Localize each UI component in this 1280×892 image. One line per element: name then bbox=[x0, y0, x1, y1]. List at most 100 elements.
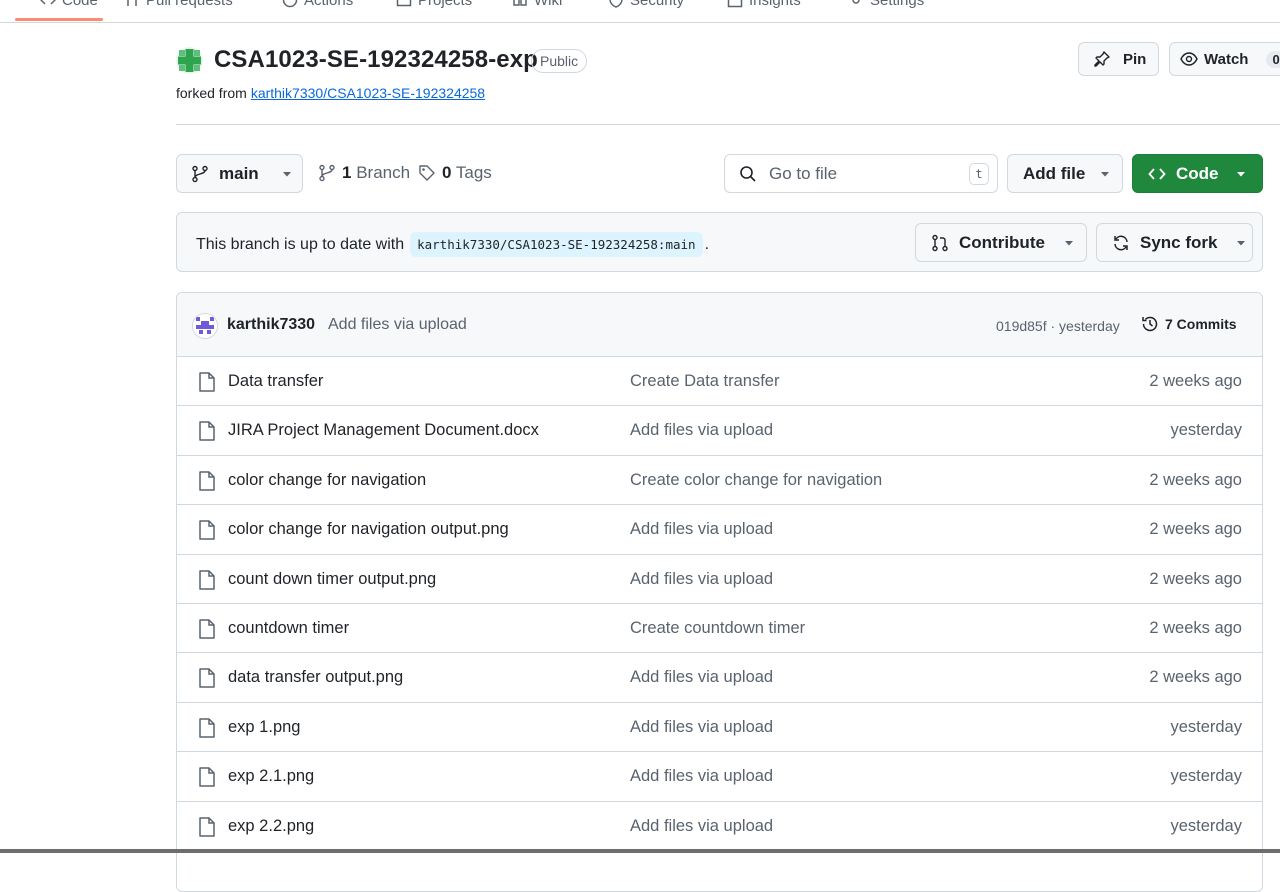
branches-link[interactable]: 1 Branch bbox=[318, 163, 410, 183]
file-commit-message[interactable]: Add files via upload bbox=[630, 718, 773, 737]
file-icon bbox=[198, 372, 216, 392]
tab-label: Insights bbox=[749, 0, 801, 9]
branch-select-button[interactable]: main bbox=[176, 154, 303, 193]
tab-settings[interactable]: Settings bbox=[848, 0, 924, 11]
tab-security[interactable]: Security bbox=[608, 0, 684, 11]
branches-count: 1 bbox=[342, 163, 352, 182]
file-commit-message[interactable]: Add files via upload bbox=[630, 817, 773, 836]
upstream-branch-ref[interactable]: karthik7330/CSA1023-SE-192324258:main bbox=[410, 232, 703, 257]
file-name[interactable]: countdown timer bbox=[228, 619, 349, 638]
tags-count: 0 bbox=[442, 163, 452, 182]
file-name[interactable]: Data transfer bbox=[228, 372, 323, 391]
book-icon bbox=[512, 0, 528, 8]
file-commit-message[interactable]: Add files via upload bbox=[630, 421, 773, 440]
file-commit-message[interactable]: Create countdown timer bbox=[630, 619, 805, 638]
table-row: Data transfer Create Data transfer 2 wee… bbox=[177, 357, 1262, 407]
pin-label: Pin bbox=[1123, 50, 1147, 68]
commit-hash-time[interactable]: 019d85f · yesterday bbox=[996, 318, 1120, 334]
code-button[interactable]: Code bbox=[1132, 154, 1263, 193]
tab-projects[interactable]: Projects bbox=[396, 0, 472, 11]
author-avatar[interactable] bbox=[192, 313, 218, 339]
file-name[interactable]: exp 2.2.png bbox=[228, 817, 314, 836]
file-commit-date: 2 weeks ago bbox=[1149, 372, 1242, 390]
file-icon bbox=[198, 520, 216, 540]
pull-request-icon bbox=[931, 234, 949, 252]
file-commit-date: yesterday bbox=[1170, 717, 1242, 736]
chevron-down-icon bbox=[1235, 168, 1247, 180]
tags-link[interactable]: 0 Tags bbox=[418, 163, 492, 183]
watch-button[interactable]: Watch 0 bbox=[1169, 42, 1280, 76]
repo-name[interactable]: CSA1023-SE-192324258-exp bbox=[214, 46, 538, 74]
tab-label: Wiki bbox=[534, 0, 563, 9]
go-to-file-field[interactable]: t bbox=[724, 154, 998, 193]
file-icon bbox=[198, 569, 216, 590]
tab-label: Code bbox=[62, 0, 98, 9]
table-row: JIRA Project Management Document.docx Ad… bbox=[177, 406, 1262, 456]
repo-avatar-icon bbox=[176, 47, 203, 74]
sync-fork-button[interactable]: Sync fork bbox=[1096, 223, 1253, 262]
go-to-file-input[interactable] bbox=[767, 162, 961, 185]
status-message: This branch is up to date with bbox=[196, 235, 405, 253]
pin-button[interactable]: Pin bbox=[1078, 42, 1159, 76]
branch-status-text: This branch is up to date with karthik73… bbox=[196, 232, 709, 257]
file-name[interactable]: color change for navigation bbox=[228, 471, 426, 490]
sync-fork-label: Sync fork bbox=[1140, 232, 1218, 252]
git-branch-icon bbox=[191, 165, 209, 183]
commit-message[interactable]: Add files via upload bbox=[328, 316, 467, 334]
file-commit-date: 2 weeks ago bbox=[1149, 618, 1242, 637]
file-icon bbox=[198, 717, 216, 738]
file-commit-message[interactable]: Add files via upload bbox=[630, 668, 773, 687]
file-commit-message[interactable]: Create color change for navigation bbox=[630, 471, 882, 490]
file-name[interactable]: count down timer output.png bbox=[228, 570, 436, 589]
file-name[interactable]: JIRA Project Management Document.docx bbox=[228, 421, 539, 440]
chevron-down-icon bbox=[1063, 237, 1075, 249]
tab-wiki[interactable]: Wiki bbox=[512, 0, 562, 11]
visibility-badge: Public bbox=[531, 49, 588, 73]
table-row: color change for navigation output.png A… bbox=[177, 505, 1262, 555]
file-name[interactable]: exp 1.png bbox=[228, 718, 300, 737]
file-commit-message[interactable]: Add files via upload bbox=[630, 570, 773, 589]
file-commit-date: 2 weeks ago bbox=[1149, 569, 1242, 588]
eye-icon bbox=[1180, 50, 1198, 68]
forked-from-link[interactable]: karthik7330/CSA1023-SE-192324258 bbox=[251, 85, 485, 101]
commit-author[interactable]: karthik7330 bbox=[227, 316, 315, 334]
header-divider bbox=[176, 124, 1280, 125]
shortcut-key: t bbox=[969, 163, 989, 185]
tab-actions[interactable]: Actions bbox=[282, 0, 353, 11]
tab-code[interactable]: Code bbox=[40, 0, 98, 11]
file-commit-date: 2 weeks ago bbox=[1149, 470, 1242, 489]
file-name[interactable]: exp 2.1.png bbox=[228, 767, 314, 786]
file-commit-message[interactable]: Create Data transfer bbox=[630, 372, 779, 391]
tab-insights[interactable]: Insights bbox=[727, 0, 801, 11]
file-commit-date: 2 weeks ago bbox=[1149, 520, 1242, 539]
tab-label: Pull requests bbox=[146, 0, 233, 9]
commits-link[interactable]: 7 Commits bbox=[1141, 315, 1237, 333]
forked-from-label: forked from bbox=[176, 85, 247, 101]
file-table: karthik7330 Add files via upload 019d85f… bbox=[176, 292, 1263, 892]
tab-pull-requests[interactable]: Pull requests bbox=[124, 0, 233, 11]
table-row: color change for navigation Create color… bbox=[177, 456, 1262, 506]
file-commit-message[interactable]: Add files via upload bbox=[630, 767, 773, 786]
play-icon bbox=[282, 0, 298, 8]
table-icon bbox=[396, 0, 412, 8]
file-commit-message[interactable]: Add files via upload bbox=[630, 520, 773, 539]
file-icon bbox=[198, 421, 216, 442]
branch-status-banner: This branch is up to date with karthik73… bbox=[176, 212, 1263, 272]
add-file-label: Add file bbox=[1023, 163, 1086, 183]
contribute-label: Contribute bbox=[959, 232, 1045, 252]
add-file-button[interactable]: Add file bbox=[1007, 154, 1123, 193]
chevron-down-icon bbox=[281, 168, 293, 180]
file-name[interactable]: color change for navigation output.png bbox=[228, 520, 509, 539]
tags-label: Tags bbox=[455, 163, 492, 182]
chevron-down-icon bbox=[1099, 168, 1111, 180]
file-name[interactable]: data transfer output.png bbox=[228, 668, 403, 687]
tab-label: Projects bbox=[418, 0, 473, 9]
watch-count: 0 bbox=[1266, 50, 1280, 68]
chevron-down-icon bbox=[1235, 237, 1247, 249]
active-tab-indicator bbox=[15, 18, 103, 21]
file-commit-date: 2 weeks ago bbox=[1149, 668, 1242, 687]
sync-icon bbox=[1112, 234, 1130, 252]
table-row: count down timer output.png Add files vi… bbox=[177, 555, 1262, 604]
code-icon bbox=[1148, 165, 1166, 183]
contribute-button[interactable]: Contribute bbox=[915, 223, 1087, 262]
